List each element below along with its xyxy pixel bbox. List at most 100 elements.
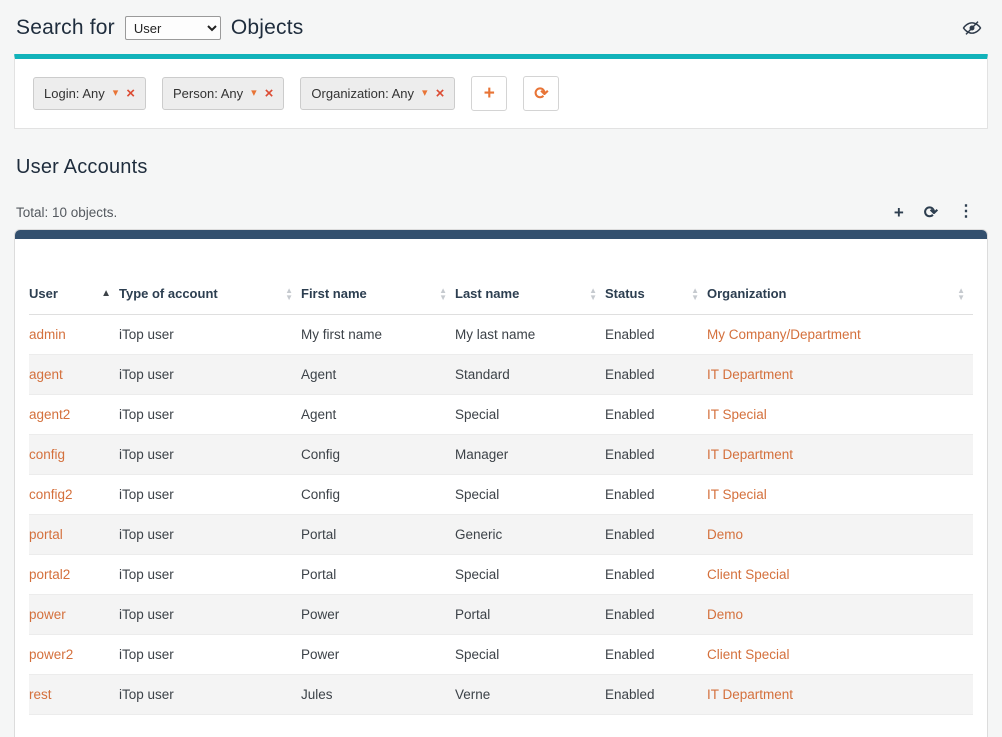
column-header-user[interactable]: User ▲ [29, 273, 119, 315]
search-title-prefix: Search for [16, 16, 115, 40]
sort-both-icon[interactable]: ▲▼ [957, 287, 965, 301]
refresh-icon: ⟳ [534, 85, 548, 102]
table-row: agent iTop user Agent Standard Enabled I… [29, 355, 973, 395]
cell-status: Enabled [605, 395, 707, 435]
table-row: portal2 iTop user Portal Special Enabled… [29, 555, 973, 595]
column-header-type[interactable]: Type of account ▲▼ [119, 273, 301, 315]
run-search-button[interactable]: ⟳ [523, 76, 559, 111]
cell-status: Enabled [605, 475, 707, 515]
remove-filter-icon[interactable]: × [436, 86, 445, 101]
cell-status: Enabled [605, 355, 707, 395]
cell-first-name: Config [301, 435, 455, 475]
sort-both-icon[interactable]: ▲▼ [439, 287, 447, 301]
chevron-down-icon[interactable]: ▾ [251, 88, 257, 99]
cell-account-type: iTop user [119, 395, 301, 435]
organization-link[interactable]: Client Special [707, 647, 790, 662]
cell-first-name: Agent [301, 395, 455, 435]
class-select[interactable]: User [125, 16, 221, 40]
search-title-suffix: Objects [231, 16, 304, 40]
chevron-down-icon[interactable]: ▾ [113, 88, 119, 99]
remove-filter-icon[interactable]: × [126, 86, 135, 101]
user-link[interactable]: portal2 [29, 567, 70, 582]
cell-status: Enabled [605, 595, 707, 635]
cell-last-name: Generic [455, 515, 605, 555]
column-label: User [29, 286, 58, 301]
cell-status: Enabled [605, 435, 707, 475]
filter-chip-label: Person: Any [173, 86, 243, 101]
filter-chip-label: Login: Any [44, 86, 105, 101]
filter-chip-login[interactable]: Login: Any ▾ × [33, 77, 146, 110]
cell-last-name: Special [455, 635, 605, 675]
cell-account-type: iTop user [119, 555, 301, 595]
remove-filter-icon[interactable]: × [265, 86, 274, 101]
user-link[interactable]: agent [29, 367, 63, 382]
cell-last-name: Special [455, 395, 605, 435]
organization-link[interactable]: IT Special [707, 407, 767, 422]
chevron-down-icon[interactable]: ▾ [422, 88, 428, 99]
results-title: User Accounts [14, 156, 988, 179]
add-criterion-button[interactable]: + [471, 76, 507, 111]
filter-chip-organization[interactable]: Organization: Any ▾ × [300, 77, 455, 110]
organization-link[interactable]: Demo [707, 607, 743, 622]
sort-both-icon[interactable]: ▲▼ [285, 287, 293, 301]
user-link[interactable]: agent2 [29, 407, 70, 422]
filter-chip-label: Organization: Any [311, 86, 414, 101]
cell-account-type: iTop user [119, 635, 301, 675]
user-link[interactable]: admin [29, 327, 66, 342]
organization-link[interactable]: Client Special [707, 567, 790, 582]
column-header-organization[interactable]: Organization ▲▼ [707, 273, 973, 315]
cell-account-type: iTop user [119, 675, 301, 715]
table-row: config iTop user Config Manager Enabled … [29, 435, 973, 475]
cell-account-type: iTop user [119, 435, 301, 475]
cell-first-name: Portal [301, 515, 455, 555]
user-link[interactable]: power2 [29, 647, 73, 662]
cell-first-name: Portal [301, 555, 455, 595]
organization-link[interactable]: IT Department [707, 687, 793, 702]
sort-asc-icon[interactable]: ▲ [101, 289, 111, 299]
organization-link[interactable]: IT Department [707, 447, 793, 462]
organization-link[interactable]: Demo [707, 527, 743, 542]
user-link[interactable]: rest [29, 687, 52, 702]
cell-account-type: iTop user [119, 355, 301, 395]
sort-both-icon[interactable]: ▲▼ [691, 287, 699, 301]
cell-first-name: Power [301, 595, 455, 635]
column-header-first-name[interactable]: First name ▲▼ [301, 273, 455, 315]
user-link[interactable]: portal [29, 527, 63, 542]
cell-first-name: Config [301, 475, 455, 515]
column-header-last-name[interactable]: Last name ▲▼ [455, 273, 605, 315]
user-link[interactable]: config [29, 447, 65, 462]
user-link[interactable]: power [29, 607, 66, 622]
column-label: Last name [455, 286, 519, 301]
organization-link[interactable]: IT Special [707, 487, 767, 502]
organization-link[interactable]: IT Department [707, 367, 793, 382]
sort-both-icon[interactable]: ▲▼ [589, 287, 597, 301]
column-label: First name [301, 286, 367, 301]
cell-last-name: Special [455, 475, 605, 515]
cell-status: Enabled [605, 555, 707, 595]
column-label: Status [605, 286, 645, 301]
user-accounts-table: User ▲ Type of account ▲▼ First name ▲▼ [29, 273, 973, 715]
column-label: Type of account [119, 286, 218, 301]
cell-last-name: Manager [455, 435, 605, 475]
filter-chip-person[interactable]: Person: Any ▾ × [162, 77, 284, 110]
organization-link[interactable]: My Company/Department [707, 327, 861, 342]
cell-first-name: Jules [301, 675, 455, 715]
table-row: config2 iTop user Config Special Enabled… [29, 475, 973, 515]
cell-account-type: iTop user [119, 315, 301, 355]
cell-account-type: iTop user [119, 475, 301, 515]
table-row: rest iTop user Jules Verne Enabled IT De… [29, 675, 973, 715]
actions-menu-button[interactable]: ⋮ [958, 204, 974, 220]
refresh-list-button[interactable]: ⟳ [924, 204, 938, 221]
table-row: portal iTop user Portal Generic Enabled … [29, 515, 973, 555]
table-header-row: User ▲ Type of account ▲▼ First name ▲▼ [29, 273, 973, 315]
column-header-status[interactable]: Status ▲▼ [605, 273, 707, 315]
cell-status: Enabled [605, 635, 707, 675]
column-label: Organization [707, 286, 786, 301]
cell-first-name: My first name [301, 315, 455, 355]
user-link[interactable]: config2 [29, 487, 73, 502]
cell-account-type: iTop user [119, 515, 301, 555]
new-object-button[interactable]: + [894, 204, 904, 221]
cell-last-name: My last name [455, 315, 605, 355]
toggle-search-form-button[interactable] [960, 18, 984, 38]
cell-last-name: Standard [455, 355, 605, 395]
